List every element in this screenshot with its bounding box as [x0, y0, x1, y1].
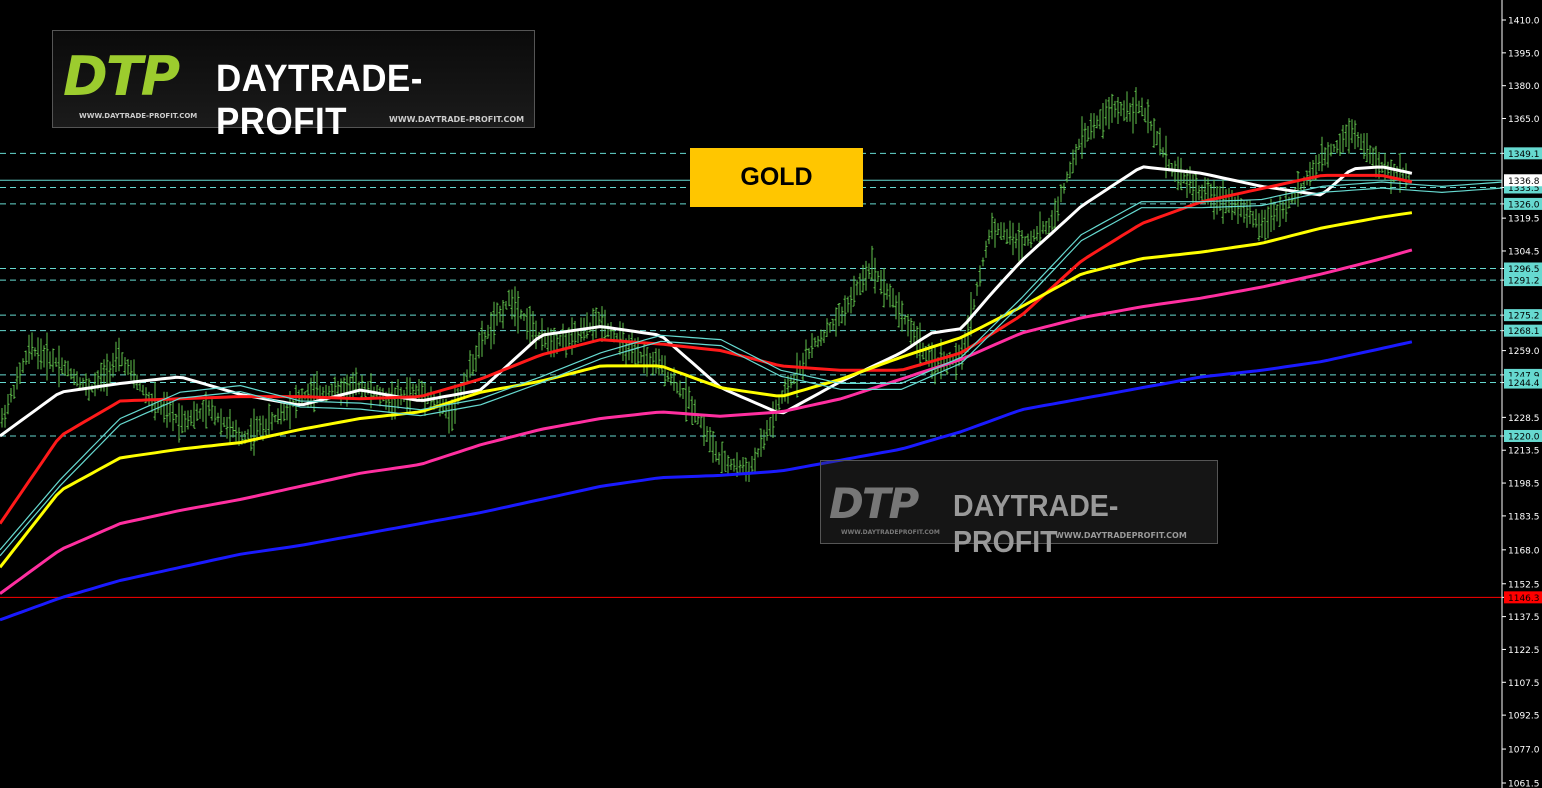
- price-bars: [0, 87, 1411, 483]
- axis-tick-label: 1410.0: [1508, 17, 1540, 27]
- envelope-band-line: [0, 187, 1503, 557]
- axis-tick-label: 1326.0: [1508, 200, 1540, 210]
- axis-tick-label: 1395.0: [1508, 49, 1540, 59]
- axis-tick-label: 1183.5: [1508, 512, 1540, 522]
- watermark-url-right: WWW.DAYTRADEPROFIT.COM: [1055, 531, 1187, 540]
- axis-tick-label: 1077.0: [1508, 746, 1540, 756]
- price-axis: 1410.01395.01380.01365.01349.11333.51326…: [1501, 0, 1542, 788]
- axis-tick-label: 1291.2: [1508, 277, 1540, 287]
- axis-tick-label: 1168.0: [1508, 546, 1540, 556]
- brand-logo: DTP DAYTRADE-PROFIT WWW.DAYTRADE-PROFIT.…: [52, 30, 535, 143]
- axis-tick-label: 1152.5: [1508, 580, 1540, 590]
- axis-close-label: 1336.8: [1508, 177, 1540, 187]
- axis-tick-label: 1259.0: [1508, 347, 1540, 357]
- logo-mark: DTP: [63, 45, 180, 108]
- axis-tick-label: 1122.5: [1508, 646, 1540, 656]
- watermark-logo: DTP DAYTRADE-PROFIT WWW.DAYTRADEPROFIT.C…: [820, 460, 1218, 559]
- watermark-url-left: WWW.DAYTRADEPROFIT.COM: [841, 529, 940, 536]
- axis-tick-label: 1319.5: [1508, 215, 1540, 225]
- axis-tick-label: 1380.0: [1508, 82, 1540, 92]
- axis-tick-label: 1275.2: [1508, 312, 1540, 322]
- moving-average-line: [0, 181, 1503, 551]
- axis-tick-label: 1213.5: [1508, 447, 1540, 457]
- axis-tick-label: 1304.5: [1508, 247, 1540, 257]
- axis-tick-label: 1092.5: [1508, 712, 1540, 722]
- brand-name: DAYTRADE-PROFIT: [216, 58, 423, 143]
- axis-tick-label: 1365.0: [1508, 115, 1540, 125]
- axis-tick-label: 1296.5: [1508, 265, 1540, 275]
- brand-url-left: WWW.DAYTRADE-PROFIT.COM: [79, 112, 198, 120]
- axis-tick-label: 1061.5: [1508, 780, 1540, 788]
- axis-tick-label: 1137.5: [1508, 613, 1540, 623]
- watermark-logo-mark: DTP: [829, 479, 919, 528]
- axis-tick-label: 1268.1: [1508, 327, 1540, 337]
- axis-tick-label: 1244.4: [1508, 379, 1540, 389]
- instrument-badge: GOLD: [690, 148, 863, 207]
- moving-averages: [0, 165, 1503, 622]
- axis-tick-label: 1349.1: [1508, 150, 1540, 160]
- axis-tick-label: 1146.3: [1508, 594, 1540, 604]
- watermark-brand-name: DAYTRADE-PROFIT: [953, 488, 1119, 559]
- axis-tick-label: 1198.5: [1508, 480, 1540, 490]
- axis-tick-label: 1228.5: [1508, 414, 1540, 424]
- axis-tick-label: 1107.5: [1508, 679, 1540, 689]
- brand-url-right: WWW.DAYTRADE-PROFIT.COM: [389, 115, 525, 124]
- axis-tick-label: 1220.0: [1508, 432, 1540, 442]
